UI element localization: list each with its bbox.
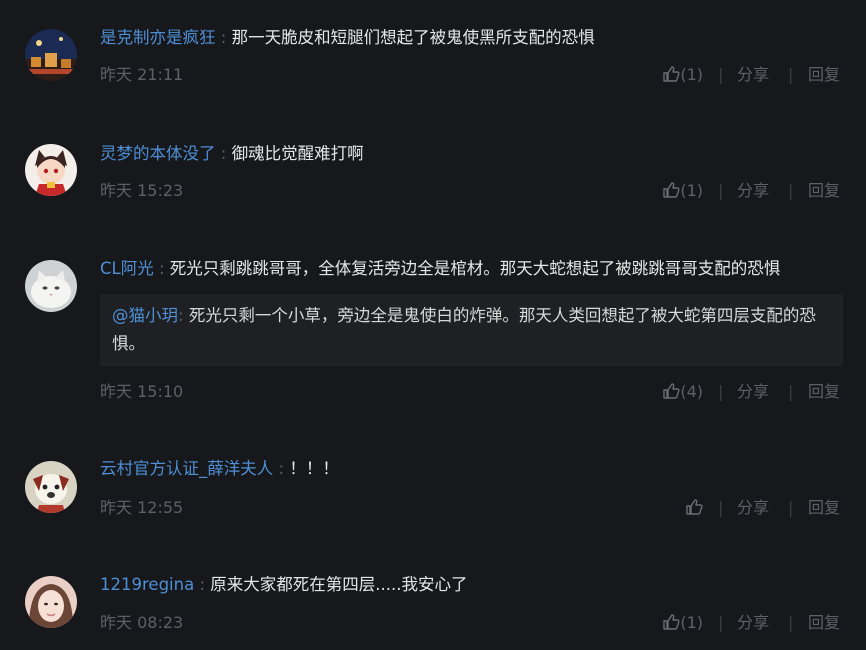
like-count: (1): [680, 613, 703, 632]
colon: :: [278, 459, 285, 478]
divider: |: [788, 382, 794, 401]
comment-line: 1219regina : 原来大家都死在第四层.....我安心了: [100, 573, 856, 597]
reply-button[interactable]: 回复: [808, 65, 840, 85]
divider: |: [718, 498, 724, 517]
share-button[interactable]: 分享: [737, 181, 769, 201]
timestamp: 昨天 15:10: [100, 382, 184, 401]
timestamp: 昨天 12:55: [100, 498, 184, 517]
thumbs-up-icon: [662, 382, 680, 405]
thumbs-up-icon: [662, 613, 680, 636]
colon: :: [158, 259, 165, 278]
like-count: (4): [680, 382, 703, 401]
username-link[interactable]: 云村官方认证_薛洋夫人: [100, 459, 273, 478]
avatar[interactable]: [25, 260, 77, 312]
username-link[interactable]: 灵梦的本体没了: [100, 144, 216, 163]
reply-button[interactable]: 回复: [808, 181, 840, 201]
avatar[interactable]: [25, 576, 77, 628]
colon: :: [178, 306, 184, 325]
divider: |: [788, 498, 794, 517]
comment-text: 那一天脆皮和短腿们想起了被鬼使黑所支配的恐惧: [231, 28, 595, 47]
quoted-comment: @猫小玥: 死光只剩一个小草，旁边全是鬼使白的炸弹。那天人类回想起了被大蛇第四层…: [100, 294, 843, 366]
timestamp: 昨天 15:23: [100, 181, 184, 200]
like-button[interactable]: (4): [662, 382, 703, 405]
quoted-text: 死光只剩一个小草，旁边全是鬼使白的炸弹。那天人类回想起了被大蛇第四层支配的恐惧。: [112, 306, 816, 353]
divider: |: [718, 181, 724, 200]
avatar[interactable]: [25, 144, 77, 196]
divider: |: [788, 65, 794, 84]
divider: |: [718, 613, 724, 632]
divider: |: [788, 613, 794, 632]
like-button[interactable]: (1): [662, 613, 703, 636]
comment-actions: (1) | 分享 | 回复: [655, 181, 845, 201]
colon: :: [199, 575, 206, 594]
avatar[interactable]: [25, 29, 77, 81]
thumbs-up-icon: [685, 498, 703, 521]
comment-text: 死光只剩跳跳哥哥，全体复活旁边全是棺材。那天大蛇想起了被跳跳哥哥支配的恐惧: [169, 259, 781, 278]
comment-text: 御魂比觉醒难打啊: [231, 144, 364, 163]
reply-button[interactable]: 回复: [808, 382, 840, 402]
reply-button[interactable]: 回复: [808, 613, 840, 633]
comment-actions: (4) | 分享 | 回复: [655, 382, 845, 402]
username-link[interactable]: CL阿光: [100, 259, 154, 278]
like-count: (1): [680, 65, 703, 84]
comment-actions: (1) | 分享 | 回复: [655, 65, 845, 85]
colon: :: [220, 28, 227, 47]
comment-text: 原来大家都死在第四层.....我安心了: [210, 575, 468, 594]
comment-line: 灵梦的本体没了 : 御魂比觉醒难打啊: [100, 142, 856, 166]
divider: |: [718, 382, 724, 401]
username-link[interactable]: 1219regina: [100, 575, 194, 594]
timestamp: 昨天 08:23: [100, 613, 184, 632]
like-count: (1): [680, 181, 703, 200]
reply-button[interactable]: 回复: [808, 498, 840, 518]
divider: |: [788, 181, 794, 200]
like-button[interactable]: [685, 498, 703, 521]
comment-line: CL阿光 : 死光只剩跳跳哥哥，全体复活旁边全是棺材。那天大蛇想起了被跳跳哥哥支…: [100, 257, 856, 281]
comment-actions: (1) | 分享 | 回复: [655, 613, 845, 633]
divider: |: [718, 65, 724, 84]
comment-line: 云村官方认证_薛洋夫人 : ！！！: [100, 457, 856, 481]
timestamp: 昨天 21:11: [100, 65, 184, 84]
like-button[interactable]: (1): [662, 65, 703, 88]
comment-line: 是克制亦是疯狂 : 那一天脆皮和短腿们想起了被鬼使黑所支配的恐惧: [100, 26, 856, 50]
comment-text: ！！！: [289, 459, 339, 478]
thumbs-up-icon: [662, 181, 680, 204]
share-button[interactable]: 分享: [737, 498, 769, 518]
quoted-comment-text-block: @猫小玥: 死光只剩一个小草，旁边全是鬼使白的炸弹。那天人类回想起了被大蛇第四层…: [112, 302, 833, 358]
colon: :: [220, 144, 227, 163]
like-button[interactable]: (1): [662, 181, 703, 204]
comment-actions: | 分享 | 回复: [655, 498, 845, 518]
share-button[interactable]: 分享: [737, 382, 769, 402]
quoted-username-link[interactable]: @猫小玥: [112, 306, 178, 325]
username-link[interactable]: 是克制亦是疯狂: [100, 28, 216, 47]
avatar[interactable]: [25, 461, 77, 513]
share-button[interactable]: 分享: [737, 65, 769, 85]
share-button[interactable]: 分享: [737, 613, 769, 633]
thumbs-up-icon: [662, 65, 680, 88]
